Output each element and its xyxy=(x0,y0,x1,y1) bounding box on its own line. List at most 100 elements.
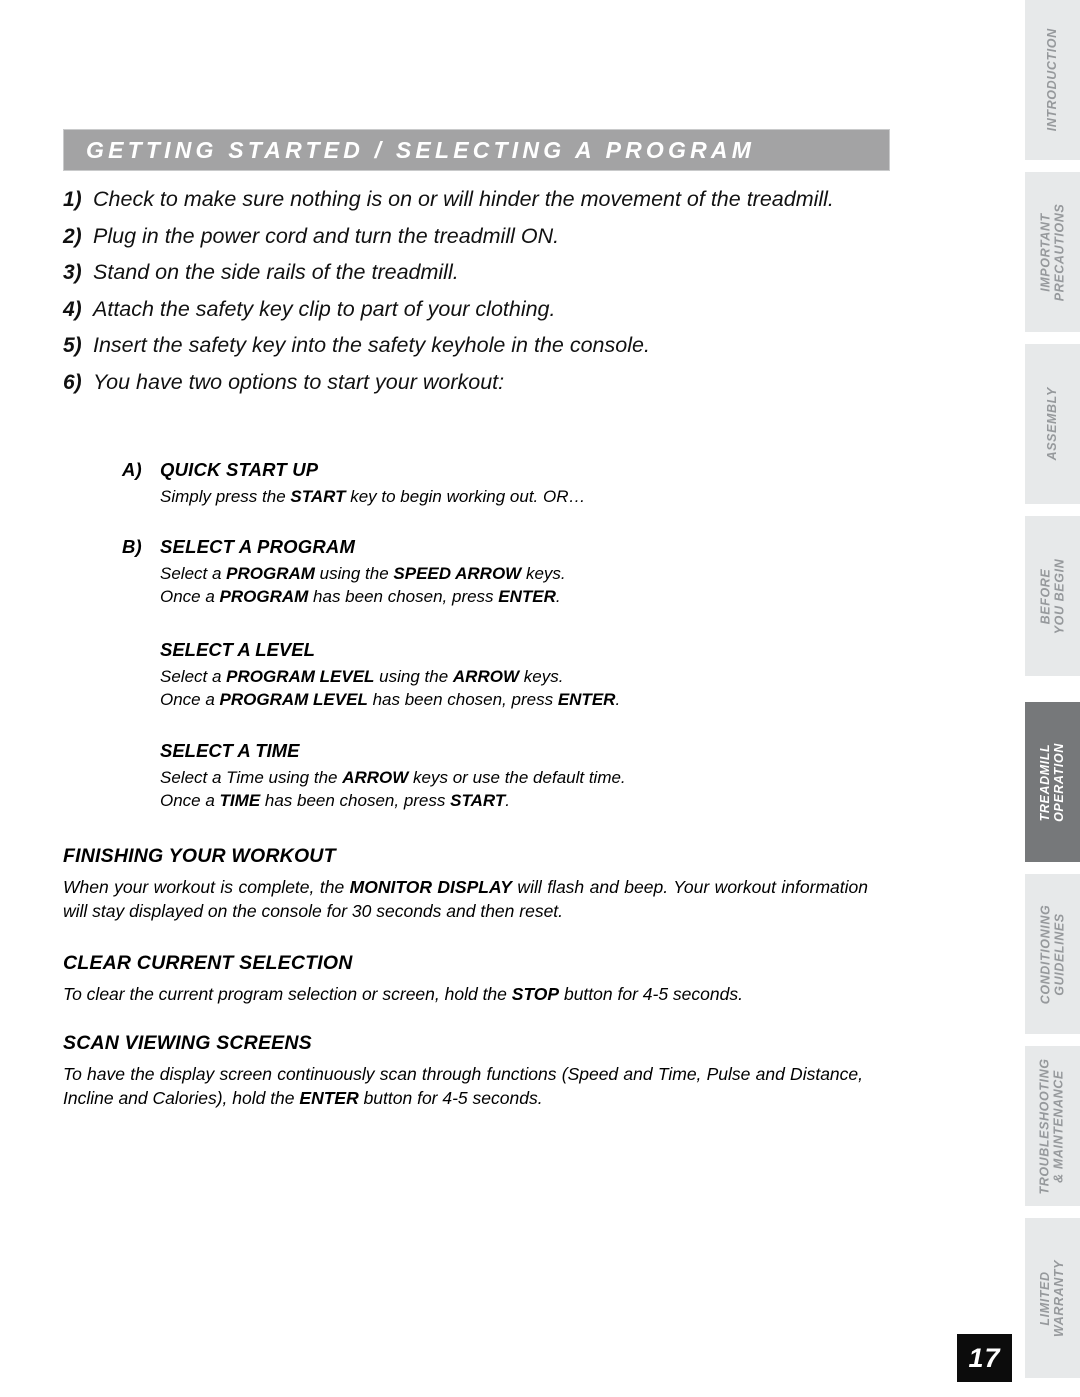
text-fragment: has been chosen, press xyxy=(367,689,558,709)
text-fragment: Select a Time using the xyxy=(160,768,343,787)
key-name-start: START xyxy=(450,790,506,810)
manual-page: GETTING STARTED / SELECTING A PROGRAM 1)… xyxy=(0,0,1080,1397)
sidebar-tab-assembly[interactable]: ASSEMBLY xyxy=(1025,344,1080,504)
sidebar-tab-before-you-begin[interactable]: BEFORE YOU BEGIN xyxy=(1025,516,1080,676)
tab-label: TROUBLESHOOTING & MAINTENANCE xyxy=(1038,1057,1066,1195)
tab-label: CONDITIONING GUIDELINES xyxy=(1038,904,1066,1004)
text-fragment: keys. xyxy=(519,667,564,686)
finishing-body: When your workout is complete, the MONIT… xyxy=(63,875,868,923)
key-name-program: PROGRAM xyxy=(226,564,315,583)
tab-label: LIMITED WARRANTY xyxy=(1038,1259,1066,1337)
list-item: 2) Plug in the power cord and turn the t… xyxy=(63,223,893,250)
key-name-enter: ENTER xyxy=(557,689,616,709)
list-item: 3) Stand on the side rails of the treadm… xyxy=(63,259,893,286)
select-level-line-2: Once a PROGRAM LEVEL has been chosen, pr… xyxy=(160,689,880,712)
option-a-letter: A) xyxy=(122,459,142,480)
text-fragment: using the xyxy=(314,564,394,583)
select-a-level-body: Select a PROGRAM LEVEL using the ARROW k… xyxy=(160,666,880,711)
list-item: 1) Check to make sure nothing is on or w… xyxy=(63,186,893,213)
text-fragment: Simply press the xyxy=(160,487,291,506)
step-number: 6) xyxy=(63,370,82,394)
step-text: Stand on the side rails of the treadmill… xyxy=(93,260,459,284)
option-a-heading: A) QUICK START UP xyxy=(122,459,882,481)
text-fragment: key to begin working out. OR… xyxy=(345,487,586,506)
option-b-line-1: Select a PROGRAM using the SPEED ARROW k… xyxy=(160,563,882,586)
step-text: Check to make sure nothing is on or will… xyxy=(93,187,834,211)
option-a-body: Simply press the START key to begin work… xyxy=(160,486,882,509)
key-name-program-level: PROGRAM LEVEL xyxy=(226,667,375,686)
text-fragment: keys or use the default time. xyxy=(408,768,626,787)
key-name-enter: ENTER xyxy=(299,1088,359,1108)
finishing-your-workout-section: FINISHING YOUR WORKOUT When your workout… xyxy=(63,845,868,923)
list-item: 6) You have two options to start your wo… xyxy=(63,369,893,396)
text-fragment: When your workout is complete, the xyxy=(63,877,350,897)
option-b-body: Select a PROGRAM using the SPEED ARROW k… xyxy=(160,563,882,608)
tab-label: IMPORTANT PRECAUTIONS xyxy=(1038,203,1066,301)
scan-screens-title: SCAN VIEWING SCREENS xyxy=(63,1032,312,1054)
clear-current-selection-section: CLEAR CURRENT SELECTION To clear the cur… xyxy=(63,952,863,1006)
section-header-bar: GETTING STARTED / SELECTING A PROGRAM xyxy=(63,129,890,171)
text-fragment: . xyxy=(555,586,561,606)
option-b-title: SELECT A PROGRAM xyxy=(160,536,356,557)
select-a-time-body: Select a Time using the ARROW keys or us… xyxy=(160,767,880,812)
select-level-line-1: Select a PROGRAM LEVEL using the ARROW k… xyxy=(160,666,880,689)
key-name-program-level: PROGRAM LEVEL xyxy=(219,689,368,709)
text-fragment: . xyxy=(615,689,621,709)
step-number: 5) xyxy=(63,334,82,357)
sidebar-tab-introduction[interactable]: INTRODUCTION xyxy=(1025,0,1080,160)
tab-label: BEFORE YOU BEGIN xyxy=(1038,558,1066,634)
text-fragment: Once a xyxy=(160,689,220,709)
step-text: You have two options to start your worko… xyxy=(93,369,505,394)
section-tab-rail: INTRODUCTION IMPORTANT PRECAUTIONS ASSEM… xyxy=(1020,0,1080,1397)
option-b-line-2: Once a PROGRAM has been chosen, press EN… xyxy=(160,586,882,609)
key-name-speed-arrow: SPEED ARROW xyxy=(393,564,522,583)
step-number: 3) xyxy=(63,261,82,284)
text-fragment: button for 4-5 seconds. xyxy=(559,984,743,1004)
text-fragment: has been chosen, press xyxy=(308,586,499,606)
key-name-enter: ENTER xyxy=(498,586,556,606)
page-number-badge: 17 xyxy=(957,1334,1012,1382)
text-fragment: Once a xyxy=(160,790,220,810)
step-text: Plug in the power cord and turn the trea… xyxy=(93,223,560,248)
text-fragment: Select a xyxy=(160,564,227,583)
option-b-select-program: B) SELECT A PROGRAM Select a PROGRAM usi… xyxy=(122,536,882,608)
step-text: Attach the safety key clip to part of yo… xyxy=(93,296,556,321)
select-a-level-title: SELECT A LEVEL xyxy=(160,639,315,660)
sidebar-tab-troubleshooting-maintenance[interactable]: TROUBLESHOOTING & MAINTENANCE xyxy=(1025,1046,1080,1206)
step-text: Insert the safety key into the safety ke… xyxy=(93,333,650,357)
finishing-title: FINISHING YOUR WORKOUT xyxy=(63,845,336,867)
step-number: 4) xyxy=(63,297,82,321)
text-fragment: using the xyxy=(374,667,453,686)
select-a-time-block: SELECT A TIME Select a Time using the AR… xyxy=(160,740,880,812)
page-number: 17 xyxy=(968,1342,1001,1373)
option-b-letter: B) xyxy=(122,536,142,557)
select-a-time-title: SELECT A TIME xyxy=(160,740,300,761)
text-fragment: button for 4-5 seconds. xyxy=(358,1088,543,1108)
text-fragment: keys. xyxy=(521,564,566,583)
select-time-line-1: Select a Time using the ARROW keys or us… xyxy=(160,767,880,790)
text-fragment: . xyxy=(505,790,510,810)
text-fragment: has been chosen, press xyxy=(260,790,451,810)
page-content: GETTING STARTED / SELECTING A PROGRAM 1)… xyxy=(0,0,1000,1397)
key-name-arrow: ARROW xyxy=(452,667,520,686)
sidebar-tab-conditioning-guidelines[interactable]: CONDITIONING GUIDELINES xyxy=(1025,874,1080,1034)
key-name-time: TIME xyxy=(219,790,261,810)
page-title: GETTING STARTED / SELECTING A PROGRAM xyxy=(86,136,756,163)
numbered-steps-list: 1) Check to make sure nothing is on or w… xyxy=(63,186,893,405)
clear-selection-title: CLEAR CURRENT SELECTION xyxy=(63,952,353,974)
key-name-stop: STOP xyxy=(511,984,560,1004)
key-name-start: START xyxy=(290,487,346,506)
sidebar-tab-important-precautions[interactable]: IMPORTANT PRECAUTIONS xyxy=(1025,172,1080,332)
key-name-arrow: ARROW xyxy=(342,768,409,787)
list-item: 5) Insert the safety key into the safety… xyxy=(63,332,893,359)
step-number: 2) xyxy=(63,224,82,248)
option-a-title: QUICK START UP xyxy=(160,459,319,480)
tab-label: TREADMILL OPERATION xyxy=(1038,742,1066,822)
step-number: 1) xyxy=(63,188,82,211)
sidebar-tab-treadmill-operation[interactable]: TREADMILL OPERATION xyxy=(1025,702,1080,862)
clear-selection-body: To clear the current program selection o… xyxy=(63,982,863,1006)
text-fragment: Once a xyxy=(160,586,220,606)
sidebar-tab-limited-warranty[interactable]: LIMITED WARRANTY xyxy=(1025,1218,1080,1378)
option-b-heading: B) SELECT A PROGRAM xyxy=(122,536,882,558)
scan-screens-body: To have the display screen continuously … xyxy=(63,1062,863,1110)
